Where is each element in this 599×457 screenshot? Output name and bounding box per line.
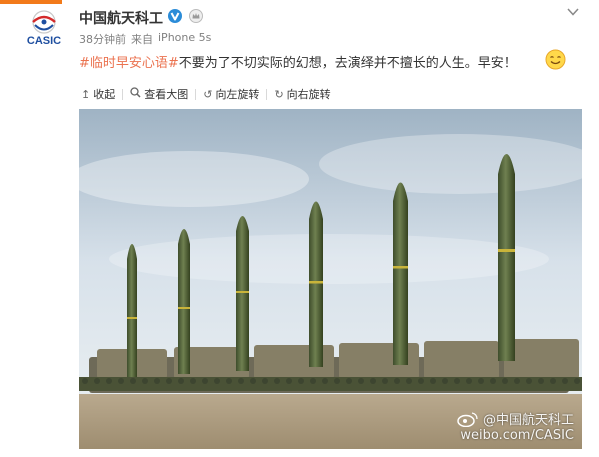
post-meta: 38分钟前 来自 iPhone 5s (79, 31, 211, 47)
view-large-label: 查看大图 (144, 88, 189, 101)
toolbar-divider (195, 88, 197, 100)
image-toolbar: ↥ 收起 查看大图 ↺ 向左旋转 ↻ 向右旋转 (79, 85, 333, 103)
hashtag-link[interactable]: #临时早安心语# (79, 56, 179, 71)
watermark-url: weibo.com/CASIC (460, 428, 574, 443)
collapse-button[interactable]: ↥ 收起 (79, 86, 117, 102)
missile-parade-photo (79, 109, 582, 449)
chevron-down-icon[interactable] (566, 6, 580, 18)
post-body: 不要为了不切实际的幻想，去演绎并不擅长的人生。早安！ (178, 56, 517, 71)
collapse-label: 收起 (93, 88, 116, 101)
image-watermark: @中国航天科工 weibo.com/CASIC (457, 409, 574, 443)
username[interactable]: 中国航天科工 (79, 8, 163, 28)
rotate-left-label: 向左旋转 (215, 88, 260, 101)
rotate-left-icon: ↺ (203, 87, 213, 101)
view-large-button[interactable]: 查看大图 (128, 86, 190, 102)
rotate-right-button[interactable]: ↻ 向右旋转 (272, 86, 332, 102)
post-time[interactable]: 38分钟前 (79, 31, 126, 47)
top-accent-bar (0, 0, 62, 4)
crown-icon[interactable] (189, 9, 203, 23)
post-text: #临时早安心语#不要为了不切实际的幻想，去演绎并不擅长的人生。早安！ (79, 52, 517, 71)
watermark-handle: @中国航天科工 (482, 413, 574, 428)
magnifier-icon (130, 87, 141, 101)
arrow-up-icon: ↥ (81, 87, 91, 101)
rotate-right-label: 向右旋转 (286, 88, 331, 101)
weibo-logo-icon (457, 412, 478, 427)
logo-text: CASIC (27, 35, 61, 47)
post-image[interactable]: @中国航天科工 weibo.com/CASIC (79, 109, 582, 449)
verified-v-icon[interactable] (168, 9, 182, 23)
rotate-left-button[interactable]: ↺ 向左旋转 (201, 86, 261, 102)
toolbar-divider (266, 88, 268, 100)
avatar[interactable]: CASIC (16, 8, 72, 48)
source-prefix: 来自 (131, 33, 153, 46)
source-device[interactable]: iPhone 5s (158, 31, 211, 47)
smile-emoji-icon (545, 49, 566, 70)
rotate-right-icon: ↻ (274, 87, 284, 101)
toolbar-divider (122, 88, 124, 100)
